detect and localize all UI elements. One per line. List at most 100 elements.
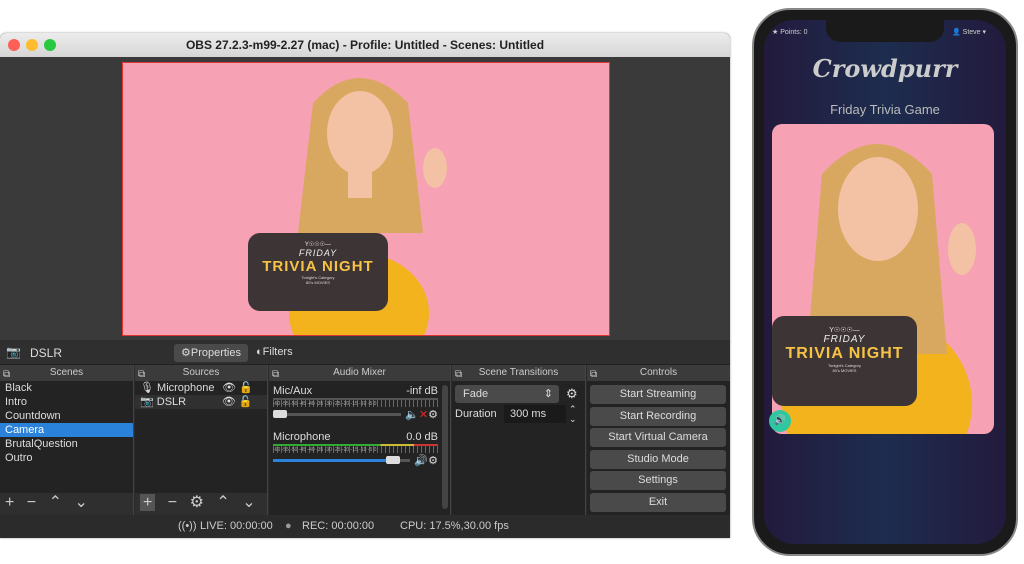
add-source-button[interactable]: + <box>140 494 156 511</box>
preview-canvas[interactable]: Y☉☉☉— FRIDAY TRIVIA NIGHT Tonight's Cate… <box>122 62 610 336</box>
source-name: Microphone <box>157 382 215 394</box>
move-up-button[interactable]: ⌃ <box>216 494 229 511</box>
scene-item[interactable]: Countdown <box>0 409 133 423</box>
source-settings-button[interactable]: ⚙ <box>190 494 204 511</box>
sound-button[interactable]: 🔊 <box>769 410 791 432</box>
scenes-title: Scenes <box>49 367 84 378</box>
lock-icon[interactable]: 🔓 <box>239 396 253 408</box>
audio-channel: Microphone 0.0 dB -60 -55 -50 -45 -40 -35… <box>269 421 450 467</box>
channel-name: Mic/Aux <box>273 385 313 397</box>
scene-item[interactable]: Intro <box>0 395 133 409</box>
dock-icon: ⧉ <box>3 369 11 380</box>
eye-icon[interactable]: 👁 <box>222 382 236 394</box>
source-item[interactable]: 📷 DSLR 👁 🔓 <box>135 395 267 409</box>
filters-button[interactable]: ◐Filters <box>256 346 293 358</box>
duration-input[interactable]: 300 ms <box>504 405 566 423</box>
maximize-button[interactable] <box>44 39 56 51</box>
source-item[interactable]: 🎙 Microphone 👁 🔓 <box>135 381 267 395</box>
overlay-title: TRIVIA NIGHT <box>262 258 374 275</box>
overlay-category: 80's MOVIES <box>832 368 857 373</box>
speaker-icon[interactable]: 🔊 <box>414 454 428 467</box>
channel-name: Microphone <box>273 431 331 443</box>
gear-icon[interactable]: ⚙ <box>428 454 438 467</box>
phone-video: Y☉☉☉— FRIDAY TRIVIA NIGHT Tonight's Cate… <box>772 124 994 434</box>
lock-icon[interactable]: 🔓 <box>239 382 253 394</box>
gear-icon[interactable]: ⚙ <box>566 386 578 402</box>
move-down-button[interactable]: ⌄ <box>242 494 255 511</box>
microphone-icon: 🎙 <box>140 382 154 394</box>
source-toolbar: 📷 DSLR ⚙Properties ◐Filters <box>0 340 730 365</box>
transition-type: Fade <box>463 388 489 400</box>
trivia-overlay: Y☉☉☉— FRIDAY TRIVIA NIGHT Tonight's Cate… <box>248 233 388 311</box>
duration-stepper[interactable]: ⌃ ⌄ <box>569 404 577 424</box>
audio-mixer-header: ⧉ Audio Mixer <box>269 365 450 381</box>
scene-item-selected[interactable]: Camera <box>0 423 133 437</box>
title-bar: OBS 27.2.3-m99-2.27 (mac) - Profile: Unt… <box>0 33 730 57</box>
overlay-friday: FRIDAY <box>823 334 866 345</box>
speaker-icon: 🔊 <box>773 415 787 426</box>
start-streaming-button[interactable]: Start Streaming <box>590 385 726 404</box>
start-recording-button[interactable]: Start Recording <box>590 407 726 426</box>
points-text: Points: 0 <box>780 29 808 36</box>
preview-area[interactable]: Y☉☉☉— FRIDAY TRIVIA NIGHT Tonight's Cate… <box>0 57 730 340</box>
remove-source-button[interactable]: − <box>168 494 177 511</box>
controls-title: Controls <box>639 367 678 378</box>
remove-scene-button[interactable]: − <box>27 494 36 511</box>
move-down-button[interactable]: ⌄ <box>74 494 87 511</box>
volume-meter: -60 -55 -50 -45 -40 -35 -30 -25 -20 -15 … <box>273 444 438 453</box>
sources-header: ⧉ Sources <box>135 365 267 381</box>
channel-level: -inf dB <box>406 385 438 397</box>
add-scene-button[interactable]: + <box>5 494 14 511</box>
volume-slider[interactable] <box>273 456 411 464</box>
source-name: DSLR <box>156 396 187 408</box>
move-up-button[interactable]: ⌃ <box>49 494 62 511</box>
studio-mode-button[interactable]: Studio Mode <box>590 450 726 469</box>
dock-icon: ⧉ <box>590 369 598 380</box>
scene-transitions-dock: ⧉ Scene Transitions Fade ⇕ ⚙ Duration 300 … <box>452 365 586 515</box>
transition-select[interactable]: Fade ⇕ <box>455 385 559 403</box>
exit-button[interactable]: Exit <box>590 493 726 512</box>
eye-icon[interactable]: 👁 <box>222 396 236 408</box>
scene-item[interactable]: BrutalQuestion <box>0 437 133 451</box>
gear-icon: ⚙ <box>180 347 191 359</box>
scrollbar[interactable] <box>442 385 448 509</box>
muted-speaker-icon[interactable]: 🔈✕ <box>405 408 428 421</box>
minimize-button[interactable] <box>26 39 38 51</box>
cpu-fps: CPU: 17.5%,30.00 fps <box>400 520 509 532</box>
user-name: Steve <box>962 29 981 36</box>
user-menu[interactable]: 👤 Steve ▾ <box>952 28 986 36</box>
live-icon: ((•)) <box>178 520 197 532</box>
close-button[interactable] <box>8 39 20 51</box>
game-title: Friday Trivia Game <box>830 102 940 117</box>
scene-item[interactable]: Outro <box>0 451 133 465</box>
properties-button[interactable]: ⚙Properties <box>174 344 248 362</box>
audio-channel: Mic/Aux -inf dB -60 -55 -50 -45 -40 -35 -… <box>269 381 450 421</box>
phone-mockup: ★ Points: 0 👤 Steve ▾ Crowdpurr Friday T… <box>752 8 1018 556</box>
gear-icon[interactable]: ⚙ <box>428 408 438 421</box>
audio-mixer-dock: ⧉ Audio Mixer Mic/Aux -inf dB -60 -55 -50 … <box>269 365 451 515</box>
transitions-header: ⧉ Scene Transitions <box>452 365 585 381</box>
status-bar: ((•)) LIVE: 00:00:00 ● REC: 00:00:00 CPU… <box>0 515 730 538</box>
updown-icon: ⇕ <box>543 388 553 400</box>
meter-ticks: -60 -55 -50 -45 -40 -35 -30 -25 -20 -15 … <box>273 401 377 407</box>
scene-item[interactable]: Black <box>0 381 133 395</box>
filters-label: Filters <box>262 346 293 358</box>
dock-icon: ⧉ <box>455 369 463 380</box>
channel-level: 0.0 dB <box>406 431 438 443</box>
trivia-overlay: Y☉☉☉— FRIDAY TRIVIA NIGHT Tonight's Cate… <box>772 316 917 406</box>
overlay-ornament: Y☉☉☉— <box>829 327 860 334</box>
volume-slider[interactable] <box>273 410 402 418</box>
overlay-ornament: Y☉☉☉— <box>304 242 332 248</box>
points-badge: ★ Points: 0 <box>772 29 808 36</box>
rec-dot-icon: ● <box>285 520 292 532</box>
rec-time: REC: 00:00:00 <box>302 520 375 532</box>
meter-ticks: -60 -55 -50 -45 -40 -35 -30 -25 -20 -15 … <box>273 447 377 453</box>
overlay-friday: FRIDAY <box>298 248 338 258</box>
scenes-dock: ⧉ Scenes Black Intro Countdown Camera Bru… <box>0 365 134 515</box>
start-virtual-camera-button[interactable]: Start Virtual Camera <box>590 428 726 447</box>
settings-button[interactable]: Settings <box>590 471 726 490</box>
dock-icon: ⧉ <box>138 369 146 380</box>
obs-window: OBS 27.2.3-m99-2.27 (mac) - Profile: Unt… <box>0 33 730 538</box>
phone-screen: ★ Points: 0 👤 Steve ▾ Crowdpurr Friday T… <box>764 20 1006 544</box>
phone-notch <box>826 20 944 42</box>
